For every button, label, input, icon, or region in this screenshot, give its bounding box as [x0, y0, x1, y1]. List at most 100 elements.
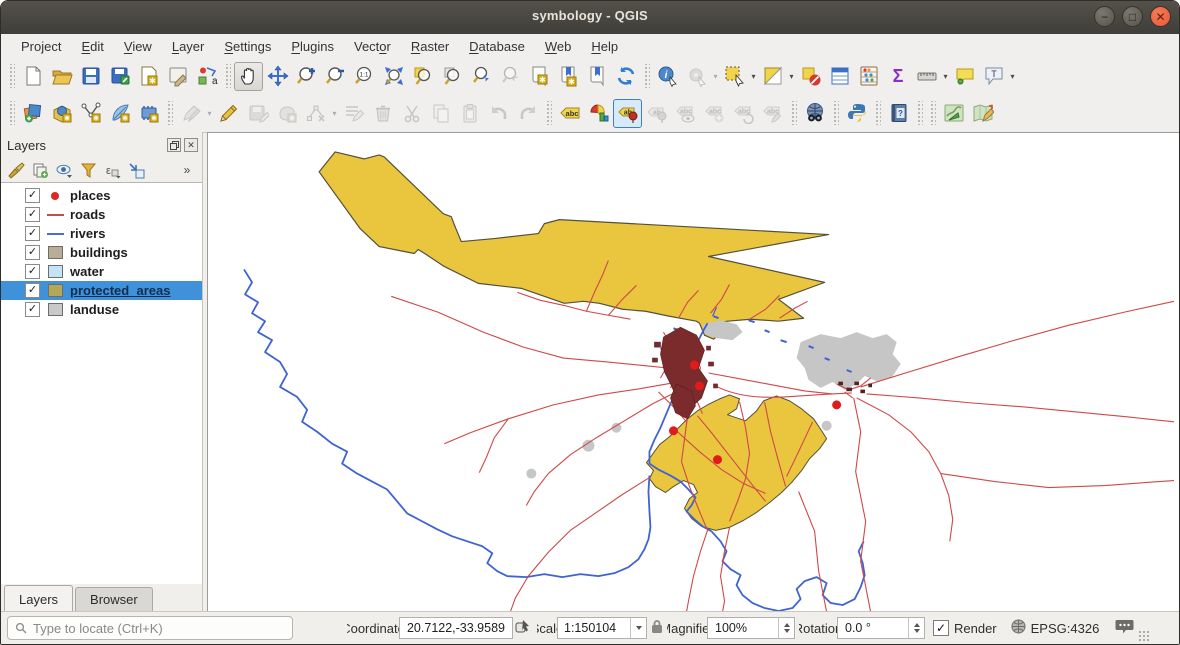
- map-canvas[interactable]: [207, 132, 1180, 612]
- python-console-icon[interactable]: [842, 99, 871, 128]
- lock-scale-icon[interactable]: [650, 619, 664, 637]
- layer-row-rivers[interactable]: ✓ rivers: [1, 224, 202, 243]
- toolbar-handle[interactable]: [224, 64, 231, 88]
- layer-diagram-icon[interactable]: [584, 99, 613, 128]
- layer-row-places[interactable]: ✓ places: [1, 186, 202, 205]
- plugin-map-2-icon[interactable]: [968, 99, 997, 128]
- layer-checkbox[interactable]: ✓: [25, 226, 40, 241]
- menu-plugins[interactable]: Plugins: [281, 36, 344, 57]
- zoom-to-selection-icon[interactable]: [408, 62, 437, 91]
- cut-features-icon[interactable]: [397, 99, 426, 128]
- redo-icon[interactable]: [513, 99, 542, 128]
- menu-layer[interactable]: Layer: [162, 36, 215, 57]
- layer-checkbox[interactable]: ✓: [25, 188, 40, 203]
- show-layout-manager-icon[interactable]: [163, 62, 192, 91]
- toggle-editing-icon[interactable]: [214, 99, 243, 128]
- zoom-last-icon[interactable]: [466, 62, 495, 91]
- change-label-icon[interactable]: abc: [758, 99, 787, 128]
- tab-browser[interactable]: Browser: [75, 587, 153, 612]
- menu-project[interactable]: Project: [11, 36, 71, 57]
- new-virtual-layer-icon[interactable]: ✱: [134, 99, 163, 128]
- metasearch-icon[interactable]: [800, 99, 829, 128]
- pan-map-icon[interactable]: [234, 62, 263, 91]
- expand-collapse-icon[interactable]: [125, 159, 147, 181]
- float-panel-icon[interactable]: [167, 138, 181, 152]
- select-by-form-icon[interactable]: [758, 62, 787, 91]
- toolbar-handle[interactable]: [8, 64, 15, 88]
- refresh-icon[interactable]: [611, 62, 640, 91]
- layer-row-protected-areas[interactable]: ✓ protected_areas: [1, 281, 202, 300]
- layer-row-water[interactable]: ✓ water: [1, 262, 202, 281]
- magnifier-spin-icons[interactable]: [778, 618, 794, 638]
- identify-features-icon[interactable]: i: [653, 62, 682, 91]
- crs-globe-icon[interactable]: [1011, 619, 1026, 637]
- fill-symbol[interactable]: [46, 265, 64, 278]
- text-annotation-icon[interactable]: T: [979, 62, 1008, 91]
- magnifier-spinbox[interactable]: 100%: [707, 617, 795, 639]
- new-project-icon[interactable]: [18, 62, 47, 91]
- new-bookmark-icon[interactable]: ✱: [524, 62, 553, 91]
- toolbar-handle[interactable]: [832, 101, 839, 125]
- extents-toggle-icon[interactable]: [515, 619, 531, 638]
- crs-status[interactable]: EPSG:4326: [1031, 621, 1100, 636]
- add-feature-icon[interactable]: ✱: [272, 99, 301, 128]
- expression-filter-icon[interactable]: ε: [101, 159, 123, 181]
- menu-vector[interactable]: Vector: [344, 36, 401, 57]
- select-features-icon[interactable]: [720, 62, 749, 91]
- layer-labeling-icon[interactable]: abc: [555, 99, 584, 128]
- render-checkbox[interactable]: ✓: [933, 620, 949, 636]
- open-project-icon[interactable]: [47, 62, 76, 91]
- messages-icon[interactable]: [1115, 619, 1134, 637]
- close-button[interactable]: ✕: [1150, 6, 1171, 27]
- menu-view[interactable]: View: [114, 36, 162, 57]
- fill-symbol[interactable]: [46, 284, 64, 297]
- layer-row-buildings[interactable]: ✓ buildings: [1, 243, 202, 262]
- open-attribute-table-icon[interactable]: [825, 62, 854, 91]
- new-spatialite-layer-icon[interactable]: ✱: [105, 99, 134, 128]
- toolbar-handle[interactable]: [643, 64, 650, 88]
- add-group-icon[interactable]: [29, 159, 51, 181]
- modify-attributes-icon[interactable]: [339, 99, 368, 128]
- scale-dropdown-icon[interactable]: [630, 618, 646, 638]
- zoom-in-icon[interactable]: [292, 62, 321, 91]
- save-project-as-icon[interactable]: [105, 62, 134, 91]
- toolbar-handle[interactable]: [916, 101, 923, 125]
- map-tips-icon[interactable]: [950, 62, 979, 91]
- zoom-out-icon[interactable]: [321, 62, 350, 91]
- pan-to-selection-icon[interactable]: [263, 62, 292, 91]
- layer-row-roads[interactable]: ✓ roads: [1, 205, 202, 224]
- title-bar[interactable]: symbology - QGIS − □ ✕: [1, 1, 1179, 35]
- toolbar-handle[interactable]: [545, 101, 552, 125]
- deselect-all-icon[interactable]: [796, 62, 825, 91]
- move-label-icon[interactable]: abc: [700, 99, 729, 128]
- data-source-manager-icon[interactable]: [18, 99, 47, 128]
- rotation-spin-icons[interactable]: [908, 618, 924, 638]
- menu-web[interactable]: Web: [535, 36, 582, 57]
- coordinate-input[interactable]: 20.7122,-33.9589: [399, 617, 513, 639]
- new-print-layout-icon[interactable]: ✱: [134, 62, 163, 91]
- line-symbol[interactable]: [46, 214, 64, 216]
- layer-row-landuse[interactable]: ✓ landuse: [1, 300, 202, 319]
- toolbar-handle[interactable]: [929, 101, 936, 125]
- minimize-button[interactable]: −: [1094, 6, 1115, 27]
- show-hide-labels-icon[interactable]: abc: [671, 99, 700, 128]
- run-feature-action-icon[interactable]: [682, 62, 711, 91]
- bookmark-manager-icon[interactable]: [582, 62, 611, 91]
- field-calculator-icon[interactable]: [854, 62, 883, 91]
- toolbar-handle[interactable]: [8, 101, 15, 125]
- menu-database[interactable]: Database: [459, 36, 535, 57]
- zoom-to-layer-icon[interactable]: [437, 62, 466, 91]
- layer-checkbox[interactable]: ✓: [25, 302, 40, 317]
- maximize-button[interactable]: □: [1122, 6, 1143, 27]
- locator-search[interactable]: Type to locate (Ctrl+K): [7, 616, 293, 640]
- toolbar-handle[interactable]: [874, 101, 881, 125]
- panel-overflow-icon[interactable]: »: [176, 159, 198, 181]
- plugin-map-1-icon[interactable]: [939, 99, 968, 128]
- fill-symbol[interactable]: [46, 246, 64, 259]
- layer-checkbox[interactable]: ✓: [25, 207, 40, 222]
- measure-icon[interactable]: [912, 62, 941, 91]
- help-contents-icon[interactable]: ?: [884, 99, 913, 128]
- point-symbol[interactable]: [46, 192, 64, 200]
- menu-edit[interactable]: Edit: [71, 36, 113, 57]
- layer-checkbox[interactable]: ✓: [25, 264, 40, 279]
